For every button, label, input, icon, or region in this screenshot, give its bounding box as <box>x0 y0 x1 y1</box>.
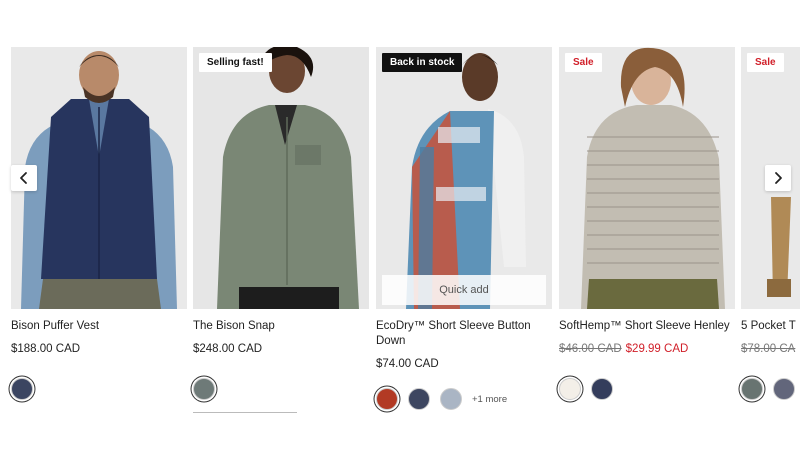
color-swatches: +1 more <box>376 386 552 412</box>
swatch-divider <box>193 412 297 413</box>
color-swatches <box>741 376 800 402</box>
product-name[interactable]: Bison Puffer Vest <box>11 319 187 334</box>
product-photo <box>193 47 369 309</box>
product-image[interactable]: Selling fast! <box>193 47 369 309</box>
carousel-prev-button[interactable] <box>11 165 37 191</box>
color-swatch[interactable] <box>440 388 462 410</box>
product-photo <box>559 47 735 309</box>
carousel-next-button[interactable] <box>765 165 791 191</box>
color-swatches <box>193 376 369 402</box>
product-card[interactable]: Bison Puffer Vest $188.00 CAD <box>11 47 187 402</box>
product-card[interactable]: Sale 5 Pocket T $78.00 CA <box>741 47 800 402</box>
product-price: $188.00 CAD <box>11 343 81 355</box>
sale-price: $29.99 CAD <box>625 343 689 355</box>
product-name[interactable]: The Bison Snap <box>193 319 369 334</box>
sale-badge: Sale <box>565 53 602 72</box>
product-photo <box>11 47 187 309</box>
color-swatches <box>559 376 735 402</box>
color-swatch[interactable] <box>559 378 581 400</box>
more-colors-link[interactable]: +1 more <box>472 394 507 405</box>
color-swatch[interactable] <box>193 378 215 400</box>
original-price: $78.00 CA <box>741 343 796 355</box>
product-price: $78.00 CA <box>741 343 800 355</box>
product-name[interactable]: SoftHemp™ Short Sleeve Henley <box>559 319 735 334</box>
color-swatch[interactable] <box>376 388 398 410</box>
product-image[interactable]: Sale <box>559 47 735 309</box>
product-card[interactable]: Back in stock Quick add EcoDry™ Short Sl… <box>376 47 552 412</box>
product-carousel: Bison Puffer Vest $188.00 CAD Selling fa… <box>0 0 800 454</box>
color-swatch[interactable] <box>408 388 430 410</box>
product-card[interactable]: Sale SoftHemp™ Short Sleeve Henley $46.0… <box>559 47 735 402</box>
product-card[interactable]: Selling fast! The Bison Snap $248.00 CAD <box>193 47 369 413</box>
chevron-left-icon <box>20 172 27 184</box>
product-price: $248.00 CAD <box>193 343 263 355</box>
original-price: $46.00 CAD <box>559 343 622 355</box>
badge: Back in stock <box>382 53 463 72</box>
color-swatch[interactable] <box>741 378 763 400</box>
product-name[interactable]: 5 Pocket T <box>741 319 800 334</box>
color-swatches <box>11 376 187 402</box>
product-price: $46.00 CAD $29.99 CAD <box>559 343 735 355</box>
color-swatch[interactable] <box>773 378 795 400</box>
color-swatch[interactable] <box>11 378 33 400</box>
badge: Selling fast! <box>199 53 272 72</box>
chevron-right-icon <box>775 172 782 184</box>
product-photo <box>376 47 552 309</box>
product-name[interactable]: EcoDry™ Short Sleeve Button Down <box>376 319 552 349</box>
product-price: $74.00 CAD <box>376 358 439 370</box>
color-swatch[interactable] <box>591 378 613 400</box>
sale-badge: Sale <box>747 53 784 72</box>
quick-add-button[interactable]: Quick add <box>382 275 546 305</box>
product-image[interactable]: Back in stock Quick add <box>376 47 552 309</box>
product-image[interactable] <box>11 47 187 309</box>
